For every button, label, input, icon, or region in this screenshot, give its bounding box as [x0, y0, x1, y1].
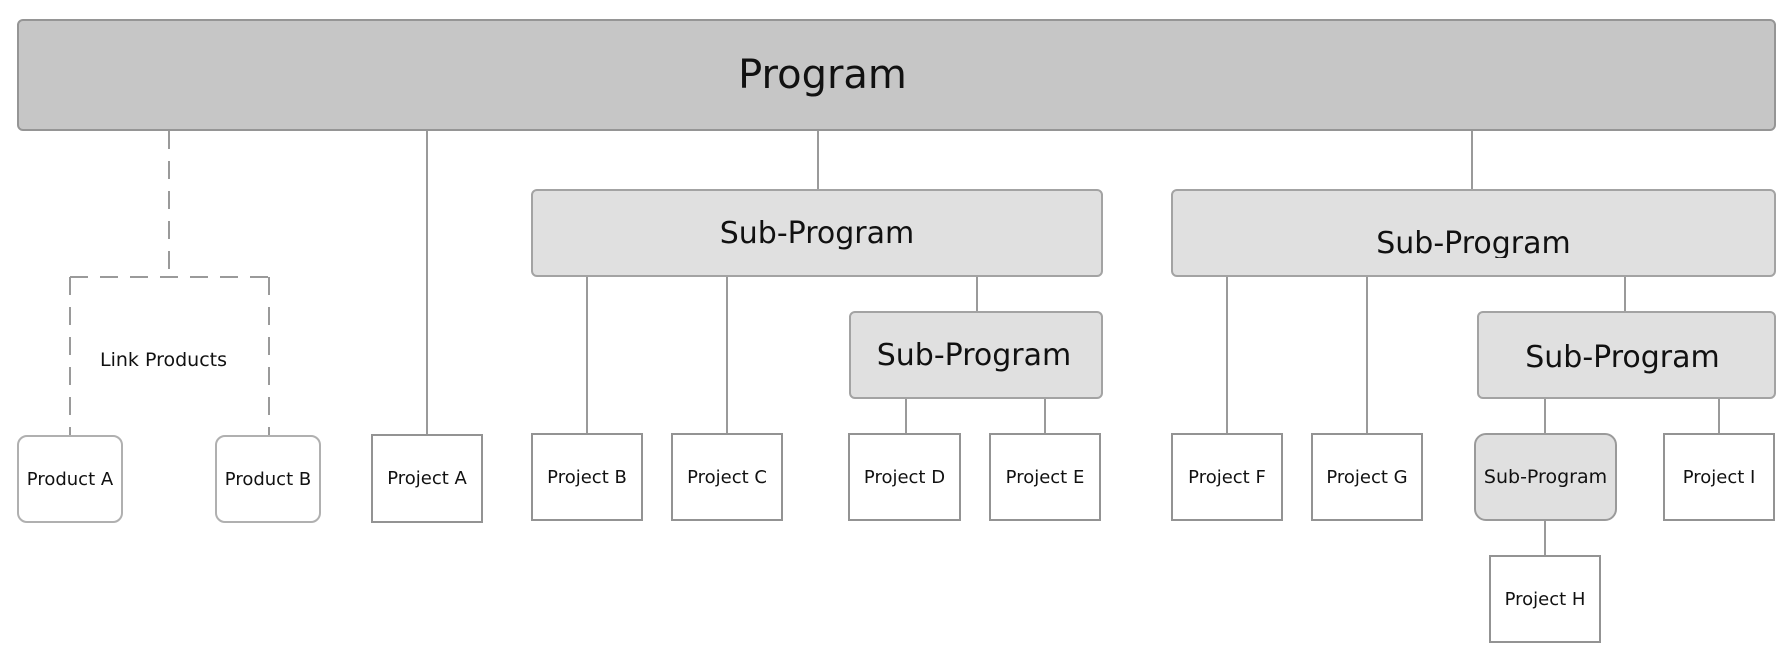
sub-program-left-nested-node[interactable]: Sub-Program: [849, 311, 1103, 399]
sub-program-left-node[interactable]: Sub-Program: [531, 189, 1103, 277]
project-b-label: Project B: [547, 466, 627, 488]
project-a-label: Project A: [387, 468, 467, 489]
project-i-label: Project I: [1682, 466, 1756, 488]
project-h-node[interactable]: Project H: [1489, 555, 1601, 643]
sub-program-right-label: Sub-Program: [1376, 226, 1571, 258]
project-g-node[interactable]: Project G: [1311, 433, 1423, 521]
sub-program-right-child-label: Sub-Program: [1483, 466, 1608, 488]
product-a-label: Product A: [26, 468, 114, 490]
sub-program-right-child-node[interactable]: Sub-Program: [1474, 433, 1617, 521]
product-b-label: Product B: [224, 468, 312, 490]
project-e-node[interactable]: Project E: [989, 433, 1101, 521]
sub-program-left-nested-label: Sub-Program: [876, 337, 1072, 373]
project-d-label: Project D: [863, 466, 946, 488]
project-b-node[interactable]: Project B: [531, 433, 643, 521]
sub-program-right-nested-node[interactable]: Sub-Program: [1477, 311, 1776, 399]
link-products-label: Link Products: [100, 349, 227, 371]
product-b-node[interactable]: Product B: [215, 435, 321, 523]
project-c-node[interactable]: Project C: [671, 433, 783, 521]
project-f-node[interactable]: Project F: [1171, 433, 1283, 521]
project-a-node[interactable]: Project A: [371, 434, 483, 523]
project-g-label: Project G: [1326, 466, 1408, 488]
sub-program-left-label: Sub-Program: [719, 215, 915, 251]
project-d-node[interactable]: Project D: [848, 433, 961, 521]
program-node[interactable]: Program: [17, 19, 1776, 131]
sub-program-right-nested-label: Sub-Program: [1525, 339, 1720, 375]
project-f-label: Project F: [1188, 466, 1266, 488]
project-c-label: Project C: [687, 466, 767, 488]
project-e-label: Project E: [1005, 466, 1085, 488]
sub-program-right-node[interactable]: Sub-Program: [1171, 189, 1776, 277]
product-a-node[interactable]: Product A: [17, 435, 123, 523]
project-h-label: Project H: [1504, 588, 1586, 610]
link-connector-dashed: [69, 131, 270, 435]
program-label: Program: [738, 52, 907, 98]
project-i-node[interactable]: Project I: [1663, 433, 1775, 521]
